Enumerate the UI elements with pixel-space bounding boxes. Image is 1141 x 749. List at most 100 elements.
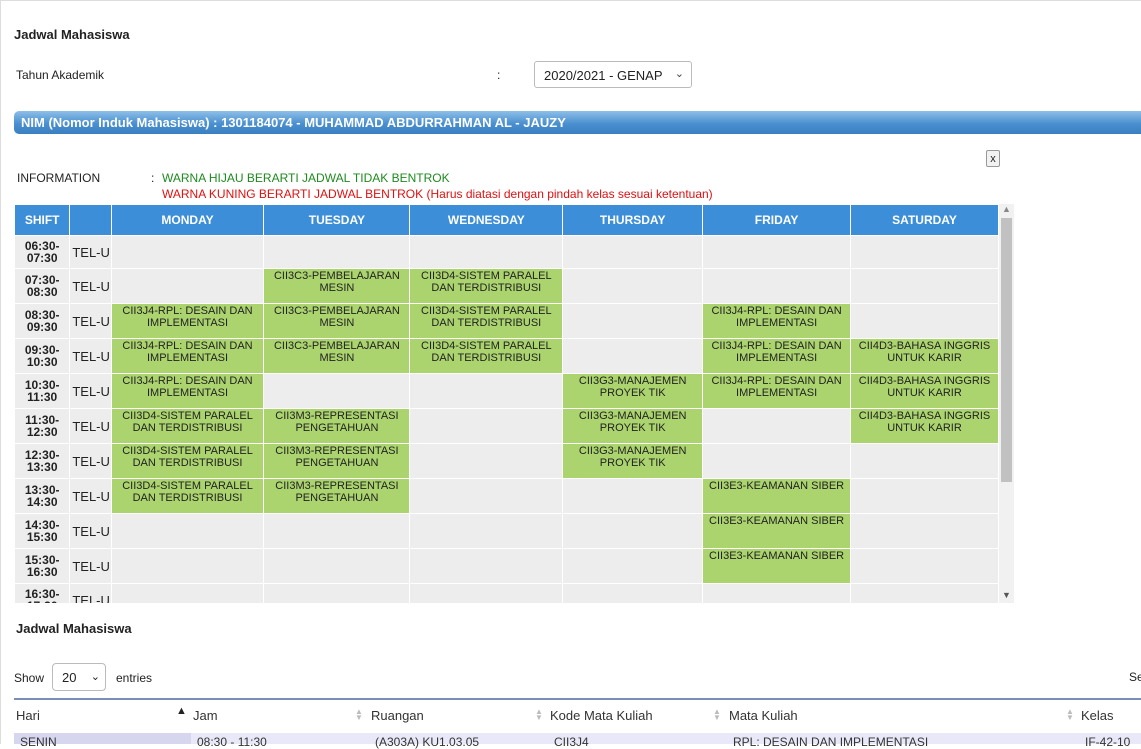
information-yellow-note: WARNA KUNING BERARTI JADWAL BENTROK (Har… <box>162 187 713 201</box>
schedule-empty-cell <box>410 374 563 408</box>
schedule-class-cell[interactable]: CII4D3-BAHASA INGGRIS UNTUK KARIR <box>851 374 998 408</box>
information-label: INFORMATION <box>17 171 101 185</box>
schedule-class-cell[interactable]: CII3J4-RPL: DESAIN DAN IMPLEMENTASI <box>703 374 851 408</box>
schedule-empty-cell <box>851 304 998 338</box>
schedule-row: 14:30- 15:30 TEL-U CII3E3-KEAMANAN SIBER <box>15 514 998 548</box>
shift-time: 16:30-17:30 <box>15 584 70 603</box>
column-header-jam[interactable]: Jam <box>193 708 218 723</box>
column-header-hari[interactable]: Hari <box>16 708 40 723</box>
schedule-class-cell[interactable]: CII3J4-RPL: DESAIN DAN IMPLEMENTASI <box>111 374 264 408</box>
shift-location: TEL-U <box>70 374 111 408</box>
schedule-class-cell[interactable]: CII3M3-REPRESENTASI PENGETAHUAN <box>264 444 410 478</box>
sort-icon[interactable]: ▲ ▼ <box>1066 708 1074 722</box>
chevron-down-icon: ⌄ <box>674 68 684 80</box>
sort-icon[interactable]: ▲ ▼ <box>713 708 721 722</box>
shift-time: 14:30- 15:30 <box>15 514 70 548</box>
schedule-grid: SHIFT MONDAY TUESDAY WEDNESDAY THURSDAY FRIDA… <box>14 204 999 603</box>
schedule-empty-cell <box>851 479 998 513</box>
information-colon: : <box>151 171 155 185</box>
schedule-body: 06:30- 07:30 TEL-U 07:30- 08:30 TEL-U CII3C3-P… <box>15 236 998 603</box>
schedule-empty-cell <box>563 584 703 603</box>
schedule-class-cell[interactable]: CII3G3-MANAJEMEN PROYEK TIK <box>563 444 703 478</box>
entries-value: 20 <box>62 670 77 685</box>
schedule-empty-cell <box>410 584 563 603</box>
schedule-row: 06:30- 07:30 TEL-U <box>15 236 998 268</box>
schedule-header-6: FRIDAY <box>703 205 851 235</box>
entries-per-page-select[interactable]: 20 ⌄ <box>52 663 106 691</box>
schedule-class-cell[interactable]: CII3J4-RPL: DESAIN DAN IMPLEMENTASI <box>111 304 264 338</box>
schedule-class-cell[interactable]: CII3E3-KEAMANAN SIBER <box>703 549 851 583</box>
sort-ascending-icon[interactable]: ▲ <box>176 705 187 717</box>
sort-icon[interactable]: ▲ ▼ <box>355 708 363 722</box>
page-frame-left <box>0 0 1 744</box>
schedule-header-2: MONDAY <box>111 205 264 235</box>
schedule-class-cell[interactable]: CII3C3-PEMBELAJARAN MESIN <box>264 339 410 373</box>
schedule-class-cell[interactable]: CII3M3-REPRESENTASI PENGETAHUAN <box>264 409 410 443</box>
schedule-empty-cell <box>703 444 851 478</box>
schedule-empty-cell <box>410 514 563 548</box>
schedule-empty-cell <box>563 269 703 303</box>
schedule-empty-cell <box>851 444 998 478</box>
scroll-up-icon[interactable]: ▲ <box>1002 204 1011 214</box>
schedule-class-cell[interactable]: CII3J4-RPL: DESAIN DAN IMPLEMENTASI <box>703 339 851 373</box>
schedule-class-cell[interactable]: CII3D4-SISTEM PARALEL DAN TERDISTRIBUSI <box>410 339 563 373</box>
schedule-class-cell[interactable]: CII3E3-KEAMANAN SIBER <box>703 514 851 548</box>
schedule-scrollbar[interactable]: ▲ ▼ <box>999 204 1014 603</box>
column-header-kode-mata-kuliah[interactable]: Kode Mata Kuliah <box>550 708 653 723</box>
schedule-class-cell[interactable]: CII3D4-SISTEM PARALEL DAN TERDISTRIBUSI <box>111 479 264 513</box>
scrollbar-thumb[interactable] <box>1001 218 1012 482</box>
schedule-empty-cell <box>111 514 264 548</box>
sort-icon[interactable]: ▲ ▼ <box>535 708 543 722</box>
schedule-row: 08:30- 09:30 TEL-U CII3J4-RPL: DESAIN DAN I… <box>15 304 998 338</box>
schedule-class-cell[interactable]: CII3J4-RPL: DESAIN DAN IMPLEMENTASI <box>111 339 264 373</box>
table-section-title: Jadwal Mahasiswa <box>16 621 132 636</box>
shift-time: 15:30- 16:30 <box>15 549 70 583</box>
academic-year-label: Tahun Akademik <box>16 68 105 82</box>
schedule-row: 07:30- 08:30 TEL-U CII3C3-PEMBELAJARAN MESI… <box>15 269 998 303</box>
schedule-empty-cell <box>410 479 563 513</box>
schedule-header-3: TUESDAY <box>264 205 410 235</box>
schedule-class-cell[interactable]: CII3M3-REPRESENTASI PENGETAHUAN <box>264 479 410 513</box>
shift-location: TEL-U <box>70 514 111 548</box>
schedule-empty-cell <box>851 236 998 268</box>
scroll-down-icon[interactable]: ▼ <box>1002 590 1011 600</box>
schedule-empty-cell <box>111 236 264 268</box>
column-header-mata-kuliah[interactable]: Mata Kuliah <box>729 708 798 723</box>
schedule-class-cell[interactable]: CII3C3-PEMBELAJARAN MESIN <box>264 269 410 303</box>
student-info-bar: NIM (Nomor Induk Mahasiswa) : 1301184074… <box>14 111 1141 134</box>
schedule-row: 13:30- 14:30 TEL-U CII3D4-SISTEM PARALEL DA… <box>15 479 998 513</box>
schedule-class-cell[interactable]: CII3D4-SISTEM PARALEL DAN TERDISTRIBUSI <box>111 444 264 478</box>
table-top-border <box>14 698 1141 700</box>
shift-location: TEL-U <box>70 236 111 268</box>
shift-time: 12:30- 13:30 <box>15 444 70 478</box>
column-header-kelas[interactable]: Kelas <box>1081 708 1114 723</box>
shift-time: 07:30- 08:30 <box>15 269 70 303</box>
schedule-class-cell[interactable]: CII4D3-BAHASA INGGRIS UNTUK KARIR <box>851 409 998 443</box>
close-button[interactable]: x <box>986 150 1000 167</box>
schedule-class-cell[interactable]: CII3D4-SISTEM PARALEL DAN TERDISTRIBUSI <box>410 304 563 338</box>
schedule-class-cell[interactable]: CII3E3-KEAMANAN SIBER <box>703 479 851 513</box>
shift-end: 07:30 <box>26 251 58 265</box>
academic-year-colon: : <box>497 68 501 82</box>
schedule-class-cell[interactable]: CII3J4-RPL: DESAIN DAN IMPLEMENTASI <box>703 304 851 338</box>
shift-location: TEL-U <box>70 584 111 603</box>
schedule-empty-cell <box>563 514 703 548</box>
entries-label: entries <box>116 671 153 685</box>
schedule-header-5: THURSDAY <box>563 205 703 235</box>
schedule-empty-cell <box>410 236 563 268</box>
schedule-header-0: SHIFT <box>15 205 70 235</box>
schedule-empty-cell <box>264 549 410 583</box>
schedule-header-1 <box>70 205 111 235</box>
schedule-class-cell[interactable]: CII3D4-SISTEM PARALEL DAN TERDISTRIBUSI <box>410 269 563 303</box>
column-header-ruangan[interactable]: Ruangan <box>371 708 424 723</box>
schedule-class-cell[interactable]: CII3C3-PEMBELAJARAN MESIN <box>264 304 410 338</box>
schedule-class-cell[interactable]: CII4D3-BAHASA INGGRIS UNTUK KARIR <box>851 339 998 373</box>
schedule-empty-cell <box>410 409 563 443</box>
schedule-class-cell[interactable]: CII3G3-MANAJEMEN PROYEK TIK <box>563 374 703 408</box>
academic-year-select[interactable]: 2020/2021 - GENAP ⌄ <box>534 61 692 88</box>
page-title: Jadwal Mahasiswa <box>14 27 130 42</box>
shift-end: 14:30 <box>26 495 58 509</box>
schedule-scroll-area[interactable]: SHIFT MONDAY TUESDAY WEDNESDAY THURSDAY FRIDA… <box>14 204 1015 603</box>
schedule-class-cell[interactable]: CII3D4-SISTEM PARALEL DAN TERDISTRIBUSI <box>111 409 264 443</box>
schedule-class-cell[interactable]: CII3G3-MANAJEMEN PROYEK TIK <box>563 409 703 443</box>
